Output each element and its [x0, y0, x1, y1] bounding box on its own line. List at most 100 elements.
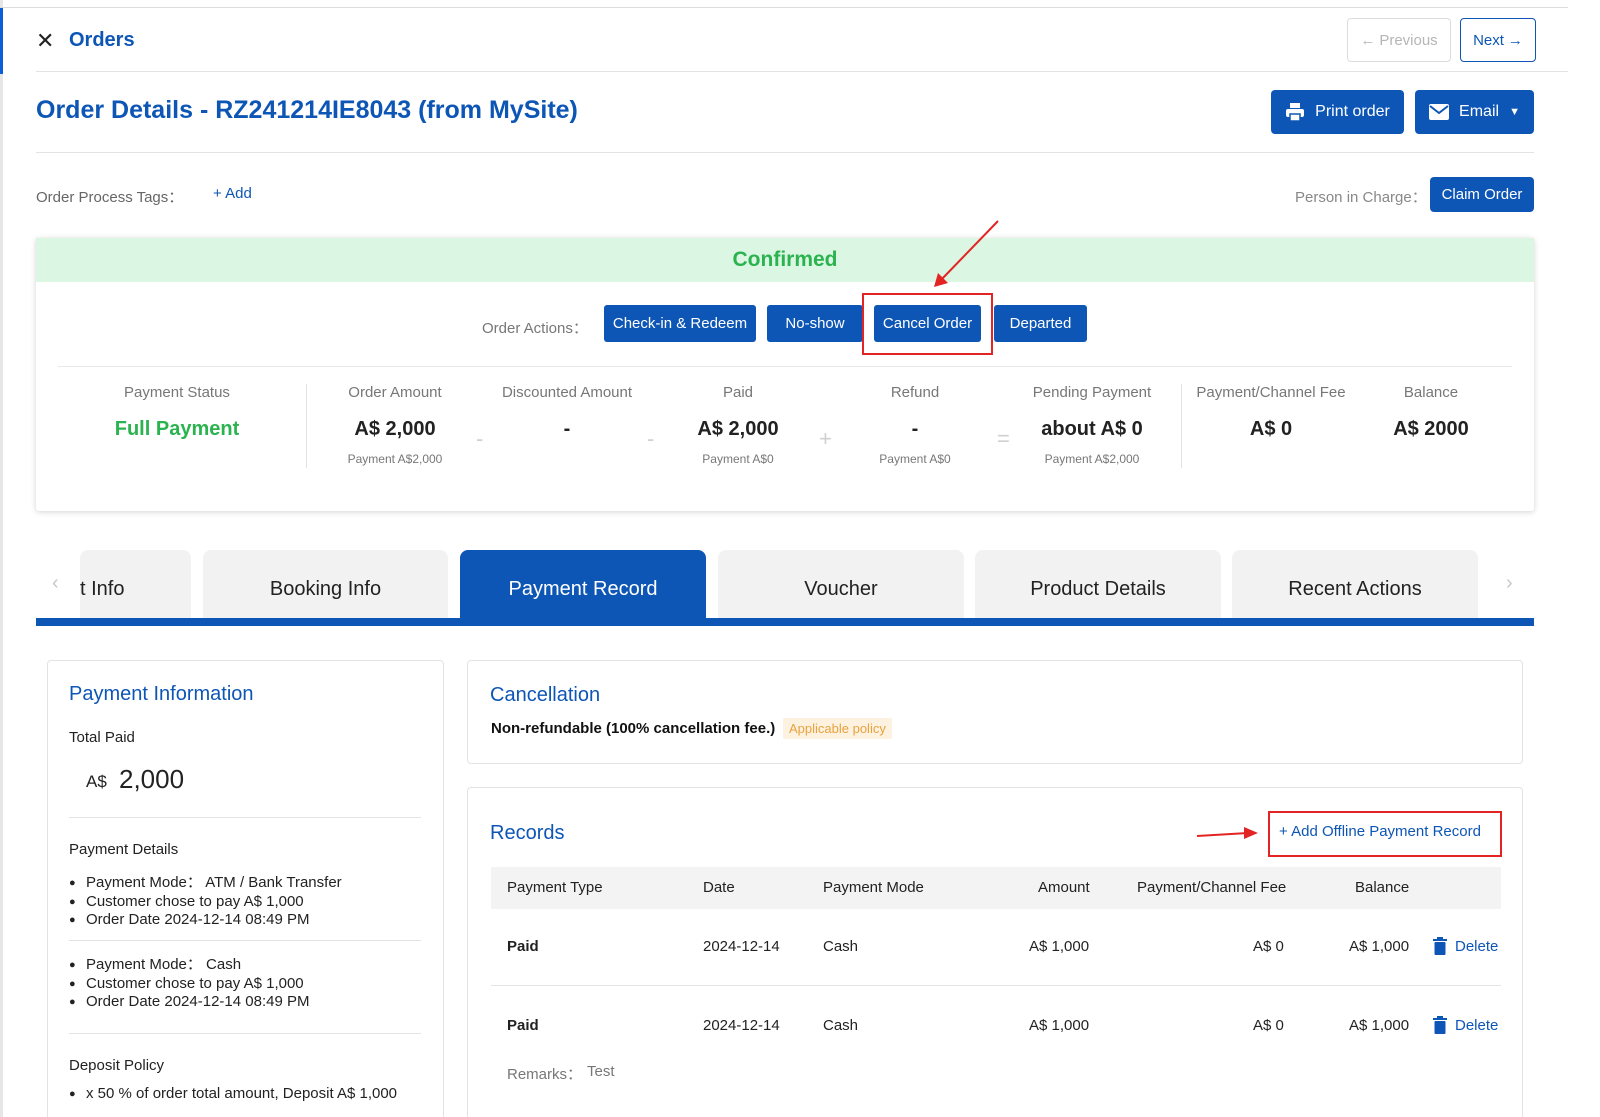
close-icon[interactable]: ✕ [36, 30, 58, 52]
remarks-value: Test [587, 1063, 615, 1080]
total-paid-currency: A$ [86, 772, 107, 791]
amount-cell: A$ 1,000 [1029, 1017, 1090, 1034]
payment-type-cell: Paid [507, 1017, 539, 1034]
row-divider [491, 985, 1501, 986]
metric-paid: Paid A$ 2,000 Payment A$0 [653, 384, 823, 466]
column-header: Balance [1355, 879, 1410, 896]
cancellation-panel: Cancellation Non-refundable (100% cancel… [467, 660, 1523, 764]
metric-divider [1181, 384, 1182, 468]
column-header: Amount [1038, 879, 1090, 896]
metric-sub: Payment A$0 [879, 452, 951, 466]
date-cell: 2024-12-14 [703, 938, 780, 955]
list-item: x 50 % of order total amount, Deposit A$… [69, 1085, 397, 1104]
metric-value: Full Payment [114, 418, 240, 440]
metric-value: - [563, 418, 571, 440]
payment-group-divider [69, 1033, 421, 1034]
metric-order-amount: Order Amount A$ 2,000 Payment A$2,000 [310, 384, 480, 466]
payment-group-1: Payment Mode： ATM / Bank Transfer Custom… [69, 874, 342, 930]
payment-information-title: Payment Information [69, 683, 254, 705]
claim-order-button[interactable]: Claim Order [1430, 177, 1534, 212]
tab-bar: ‹ t Info Booking Info Payment Record Vou… [36, 550, 1534, 626]
no-show-button[interactable]: No-show [767, 305, 863, 342]
records-table-header: Payment Type Date Payment Mode Amount Pa… [491, 867, 1501, 909]
chevron-right-icon[interactable]: › [1506, 572, 1513, 595]
mail-icon [1429, 104, 1450, 120]
column-header: Payment Mode [823, 879, 924, 896]
delete-button[interactable]: Delete [1433, 937, 1498, 955]
check-in-redeem-button[interactable]: Check-in & Redeem [604, 305, 756, 342]
total-paid-label: Total Paid [69, 729, 135, 746]
metric-refund: Refund - Payment A$0 [830, 384, 1000, 466]
person-in-charge-label: Person in Charge： [1295, 189, 1427, 206]
list-item: Customer chose to pay A$ 1,000 [69, 975, 309, 994]
table-row: Paid 2024-12-14 Cash A$ 1,000 A$ 0 A$ 1,… [491, 988, 1501, 1098]
list-item: Order Date 2024-12-14 08:49 PM [69, 911, 342, 930]
metric-pending-payment: Pending Payment about A$ 0 Payment A$2,0… [1007, 384, 1177, 466]
fee-cell: A$ 0 [1253, 1017, 1284, 1034]
email-label: Email [1459, 103, 1500, 120]
cancellation-title: Cancellation [490, 684, 601, 706]
payment-group-divider [69, 940, 421, 941]
email-button[interactable]: Email ▼ [1415, 90, 1534, 134]
records-title: Records [490, 822, 565, 844]
applicable-policy-badge: Applicable policy [783, 718, 892, 739]
remarks-label: Remarks： [507, 1066, 583, 1083]
top-header: ✕ Orders ← Previous Next → [36, 14, 1568, 72]
arrow-left-icon: ← [1360, 31, 1376, 49]
deposit-policy-label: Deposit Policy [69, 1057, 165, 1074]
tab-recent-actions[interactable]: Recent Actions [1232, 550, 1478, 618]
metric-value: A$ 0 [1249, 418, 1293, 440]
page-title: Order Details - RZ241214IE8043 (from MyS… [36, 96, 578, 124]
print-order-label: Print order [1315, 103, 1390, 120]
order-actions-label: Order Actions： [482, 320, 588, 337]
metric-label: Balance [1403, 384, 1459, 401]
left-edge-strip [0, 0, 3, 1117]
metric-discounted-amount: Discounted Amount - [482, 384, 652, 441]
tab-contact-info[interactable]: t Info [80, 550, 191, 618]
list-item: Order Date 2024-12-14 08:49 PM [69, 993, 309, 1012]
order-process-tags-label: Order Process Tags： [36, 189, 184, 206]
print-order-button[interactable]: Print order [1271, 90, 1404, 134]
column-header: Payment/Channel Fee [1137, 879, 1287, 896]
delete-button[interactable]: Delete [1433, 1016, 1498, 1034]
printer-icon [1286, 103, 1305, 122]
metric-channel-fee: Payment/Channel Fee A$ 0 [1186, 384, 1356, 441]
metric-divider [306, 384, 307, 468]
balance-cell: A$ 1,000 [1349, 938, 1410, 955]
metric-label: Refund [890, 384, 940, 401]
metric-label: Paid [722, 384, 754, 401]
table-row: Paid 2024-12-14 Cash A$ 1,000 A$ 0 A$ 1,… [491, 909, 1501, 987]
delete-label: Delete [1455, 937, 1499, 955]
metric-payment-status: Payment Status Full Payment [92, 384, 262, 441]
column-header: Date [703, 879, 735, 896]
metric-balance: Balance A$ 2000 [1346, 384, 1516, 441]
fee-cell: A$ 0 [1253, 938, 1284, 955]
cancel-order-highlight [862, 293, 993, 355]
previous-label: Previous [1379, 31, 1438, 49]
tab-product-details[interactable]: Product Details [975, 550, 1221, 618]
metric-sub: Payment A$0 [702, 452, 774, 466]
add-tag-link[interactable]: + Add [213, 185, 252, 202]
tab-voucher[interactable]: Voucher [718, 550, 964, 618]
next-button[interactable]: Next → [1460, 18, 1536, 62]
tab-underline [36, 618, 1534, 626]
departed-button[interactable]: Departed [994, 305, 1087, 342]
tab-booking-info[interactable]: Booking Info [203, 550, 448, 618]
arrow-right-icon: → [1507, 31, 1523, 49]
status-banner: Confirmed [36, 238, 1534, 282]
tab-payment-record[interactable]: Payment Record [460, 550, 706, 618]
chevron-left-icon[interactable]: ‹ [52, 572, 59, 595]
previous-button[interactable]: ← Previous [1347, 18, 1451, 62]
arrow-annotation-icon [1196, 827, 1258, 839]
orders-title: Orders [69, 29, 135, 51]
amount-cell: A$ 1,000 [1029, 938, 1090, 955]
next-label: Next [1473, 31, 1504, 49]
left-edge-accent [0, 8, 3, 74]
metric-label: Payment Status [124, 384, 230, 401]
trash-icon [1433, 1016, 1447, 1034]
top-divider [0, 7, 1568, 8]
status-text: Confirmed [732, 248, 838, 271]
right-margin [1568, 0, 1600, 1117]
metric-sub: Payment A$2,000 [1044, 452, 1140, 466]
metric-value: - [911, 418, 919, 440]
